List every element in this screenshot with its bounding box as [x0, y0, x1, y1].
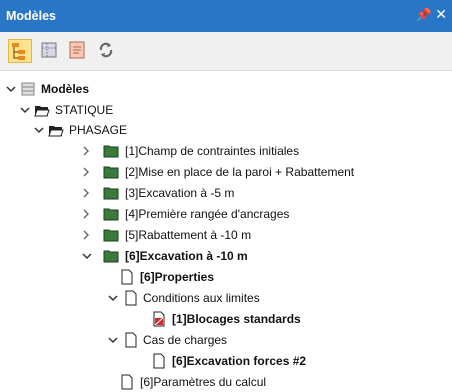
chevron-down-icon	[34, 127, 44, 134]
document-icon	[121, 374, 133, 390]
document-icon	[69, 41, 85, 59]
chevron-right-icon	[83, 230, 89, 240]
panel-title-bar: Modèles 📌 ✕	[0, 0, 452, 32]
tree-view-icon	[12, 43, 25, 60]
document-icon	[153, 353, 165, 369]
folder-icon	[103, 166, 119, 179]
folder-icon	[103, 250, 119, 263]
tree-label-conditions: Conditions aux limites	[143, 291, 260, 305]
file-icon	[125, 332, 137, 348]
model-tree: Modèles STATIQUE PHASAGE [1]Champ de con…	[0, 71, 452, 392]
tree-label-modeles: Modèles	[41, 82, 90, 96]
chevron-down-icon	[108, 337, 118, 344]
tree-label-properties: [6]Properties	[140, 270, 215, 284]
tree-label-phase: [1]Champ de contraintes initiales	[125, 144, 300, 158]
file-icon	[125, 290, 137, 306]
chevron-right-icon	[83, 167, 89, 177]
tree-view-button[interactable]	[8, 39, 32, 63]
folder-icon	[103, 229, 119, 242]
tree-label-phase: [3]Excavation à -5 m	[125, 186, 235, 200]
tree-label-phase: [5]Rabattement à -10 m	[125, 228, 252, 242]
open-folder-icon	[48, 126, 64, 137]
open-folder-icon	[34, 106, 50, 117]
tree-label-phase: [2]Mise en place de la paroi + Rabatteme…	[125, 165, 355, 179]
refresh-button[interactable]	[95, 39, 119, 63]
folder-icon	[103, 145, 119, 158]
tree-label-phase: [6]Excavation à -10 m	[125, 249, 248, 263]
chevron-down-icon	[108, 295, 118, 302]
tree-label-excavation-forces: [6]Excavation forces #2	[172, 354, 307, 368]
chevron-right-icon	[83, 146, 89, 156]
refresh-icon	[99, 42, 113, 58]
chevron-down-icon	[6, 86, 16, 93]
panel-title: Modèles	[6, 9, 57, 23]
toolbar	[0, 32, 452, 71]
chevron-down-icon	[82, 253, 92, 260]
chevron-right-icon	[83, 209, 89, 219]
document-icon	[121, 269, 133, 285]
tree-label-phase: [4]Première rangée d'ancrages	[125, 207, 290, 221]
restraint-icon	[153, 311, 165, 327]
layers-icon	[41, 42, 57, 58]
tree-label-blocages: [1]Blocages standards	[172, 312, 301, 326]
tree-label-phasage: PHASAGE	[69, 123, 128, 137]
folder-icon	[103, 208, 119, 221]
tree-label-statique: STATIQUE	[55, 103, 114, 117]
layer-view-button[interactable]	[38, 39, 62, 63]
pin-icon[interactable]: 📌	[416, 7, 432, 23]
chevron-right-icon	[83, 188, 89, 198]
document-view-button[interactable]	[66, 39, 90, 63]
database-icon	[21, 82, 35, 96]
chevron-down-icon	[20, 107, 30, 114]
tree-label-cas-de-charges: Cas de charges	[143, 333, 228, 347]
folder-icon	[103, 187, 119, 200]
tree-label-parametres: [6]Paramètres du calcul	[140, 375, 267, 389]
close-icon[interactable]: ✕	[435, 6, 447, 23]
